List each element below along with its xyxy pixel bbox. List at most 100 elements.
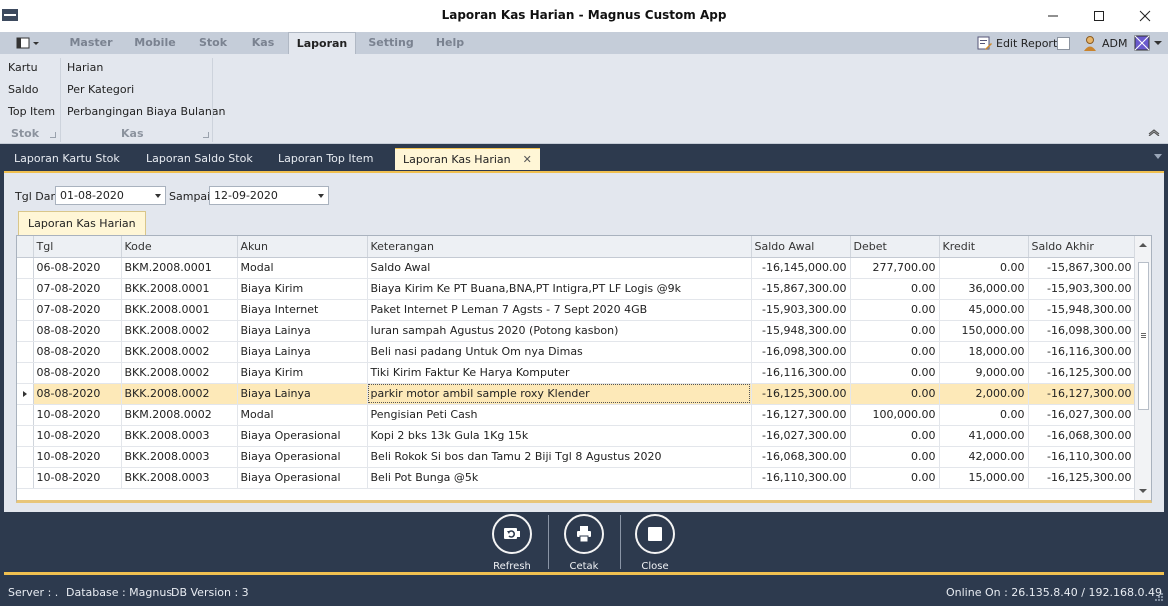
tab-list-dropdown-icon[interactable]	[1154, 154, 1162, 159]
cell-tgl[interactable]: 10-08-2020	[33, 446, 122, 468]
cell-saldo-awal[interactable]: -16,127,300.00	[751, 404, 851, 426]
cell-akun[interactable]: Biaya Operasional	[237, 425, 368, 447]
ribbon-tab-mobile[interactable]: Mobile	[126, 32, 184, 54]
cell-kredit[interactable]: 41,000.00	[939, 425, 1029, 447]
cell-saldo-akhir[interactable]: -16,116,300.00	[1028, 341, 1136, 363]
cell-kode[interactable]: BKK.2008.0001	[121, 278, 238, 300]
to-date-picker[interactable]: 12-09-2020	[209, 186, 329, 205]
cell-saldo-akhir[interactable]: -15,903,300.00	[1028, 278, 1136, 300]
cell-saldo-akhir[interactable]: -16,125,300.00	[1028, 362, 1136, 384]
group-expand-icon[interactable]	[50, 132, 56, 138]
cell-akun[interactable]: Biaya Lainya	[237, 341, 368, 363]
cell-kode[interactable]: BKM.2008.0001	[121, 257, 238, 279]
doc-tab-kas-harian[interactable]: Laporan Kas Harian ✕	[395, 148, 540, 170]
cell-keterangan[interactable]: Tiki Kirim Faktur Ke Harya Komputer	[367, 362, 752, 384]
chevron-down-icon[interactable]	[155, 194, 161, 198]
table-row[interactable]: 08-08-2020 BKK.2008.0002 Biaya Lainya Iuran…	[17, 320, 1136, 342]
cell-keterangan[interactable]: Kopi 2 bks 13k Gula 1Kg 15k	[367, 425, 752, 447]
scroll-up-icon[interactable]	[1139, 242, 1147, 248]
row-indicator[interactable]	[17, 257, 34, 279]
cell-saldo-awal[interactable]: -16,027,300.00	[751, 425, 851, 447]
cell-tgl[interactable]: 10-08-2020	[33, 425, 122, 447]
table-row[interactable]: 08-08-2020 BKK.2008.0002 Biaya Lainya parki…	[17, 383, 1136, 405]
ribbon-item-harian[interactable]: Harian	[67, 61, 103, 74]
ribbon-tab-help[interactable]: Help	[426, 32, 474, 54]
cell-kode[interactable]: BKM.2008.0002	[121, 404, 238, 426]
row-indicator[interactable]	[17, 404, 34, 426]
column-header-saldo-awal[interactable]: Saldo Awal	[751, 236, 851, 258]
cell-saldo-awal[interactable]: -16,068,300.00	[751, 446, 851, 468]
cell-tgl[interactable]: 07-08-2020	[33, 278, 122, 300]
cell-saldo-akhir[interactable]: -16,027,300.00	[1028, 404, 1136, 426]
column-header-keterangan[interactable]: Keterangan	[367, 236, 752, 258]
cetak-button[interactable]: Cetak	[554, 514, 614, 572]
table-row[interactable]: 07-08-2020 BKK.2008.0001 Biaya Kirim Biaya …	[17, 278, 1136, 300]
cell-keterangan[interactable]: Beli Rokok Si bos dan Tamu 2 Biji Tgl 8 …	[367, 446, 752, 468]
ribbon-tab-laporan[interactable]: Laporan	[288, 32, 356, 54]
ribbon-tab-stok[interactable]: Stok	[190, 32, 236, 54]
cell-kredit[interactable]: 18,000.00	[939, 341, 1029, 363]
cell-tgl[interactable]: 08-08-2020	[33, 383, 122, 405]
row-indicator[interactable]	[17, 425, 34, 447]
cell-saldo-akhir[interactable]: -15,867,300.00	[1028, 257, 1136, 279]
row-indicator[interactable]	[17, 320, 34, 342]
cell-debet[interactable]: 0.00	[850, 341, 940, 363]
cell-saldo-awal[interactable]: -16,098,300.00	[751, 341, 851, 363]
close-window-button[interactable]	[1122, 0, 1168, 32]
cell-tgl[interactable]: 07-08-2020	[33, 299, 122, 321]
ribbon-tab-master[interactable]: Master	[60, 32, 122, 54]
column-header-saldo-akhir[interactable]: Saldo Akhir	[1028, 236, 1136, 258]
cell-akun[interactable]: Biaya Kirim	[237, 362, 368, 384]
table-row[interactable]: 10-08-2020 BKM.2008.0002 Modal Pengisian Pe…	[17, 404, 1136, 426]
ribbon-item-per-kategori[interactable]: Per Kategori	[67, 83, 134, 96]
inner-tab-kas-harian[interactable]: Laporan Kas Harian	[18, 211, 146, 235]
cell-keterangan[interactable]: Biaya Kirim Ke PT Buana,BNA,PT Intigra,P…	[367, 278, 752, 300]
column-header-kode[interactable]: Kode	[121, 236, 238, 258]
row-indicator[interactable]	[17, 299, 34, 321]
scroll-down-icon[interactable]	[1139, 488, 1147, 494]
table-row[interactable]: 07-08-2020 BKK.2008.0001 Biaya Internet Pak…	[17, 299, 1136, 321]
scrollbar-thumb[interactable]	[1138, 262, 1149, 410]
cell-kredit[interactable]: 42,000.00	[939, 446, 1029, 468]
cell-tgl[interactable]: 10-08-2020	[33, 467, 122, 489]
table-row[interactable]: 10-08-2020 BKK.2008.0003 Biaya Operasional…	[17, 446, 1136, 468]
cell-tgl[interactable]: 10-08-2020	[33, 404, 122, 426]
ribbon-item-saldo[interactable]: Saldo	[8, 83, 39, 96]
cell-debet[interactable]: 0.00	[850, 383, 940, 405]
cell-kode[interactable]: BKK.2008.0003	[121, 467, 238, 489]
close-report-button[interactable]: Close	[625, 514, 685, 572]
cell-tgl[interactable]: 06-08-2020	[33, 257, 122, 279]
row-indicator[interactable]	[17, 446, 34, 468]
table-row[interactable]: 10-08-2020 BKK.2008.0003 Biaya Operasional…	[17, 425, 1136, 447]
vertical-scrollbar[interactable]	[1134, 236, 1151, 500]
cell-kode[interactable]: BKK.2008.0003	[121, 425, 238, 447]
cell-keterangan[interactable]: Paket Internet P Leman 7 Agsts - 7 Sept …	[367, 299, 752, 321]
cell-akun[interactable]: Biaya Operasional	[237, 446, 368, 468]
cell-akun[interactable]: Biaya Kirim	[237, 278, 368, 300]
cell-tgl[interactable]: 08-08-2020	[33, 320, 122, 342]
cell-debet[interactable]: 100,000.00	[850, 404, 940, 426]
cell-saldo-awal[interactable]: -15,903,300.00	[751, 299, 851, 321]
cell-saldo-akhir[interactable]: -15,948,300.00	[1028, 299, 1136, 321]
cell-saldo-awal[interactable]: -16,145,000.00	[751, 257, 851, 279]
close-tab-icon[interactable]: ✕	[523, 149, 532, 171]
cell-kredit[interactable]: 0.00	[939, 404, 1029, 426]
cell-kode[interactable]: BKK.2008.0003	[121, 446, 238, 468]
cell-saldo-akhir[interactable]: -16,125,300.00	[1028, 467, 1136, 489]
cell-kredit[interactable]: 150,000.00	[939, 320, 1029, 342]
cell-saldo-akhir[interactable]: -16,098,300.00	[1028, 320, 1136, 342]
cell-keterangan[interactable]: Saldo Awal	[367, 257, 752, 279]
cell-saldo-akhir[interactable]: -16,110,300.00	[1028, 446, 1136, 468]
cell-kredit[interactable]: 0.00	[939, 257, 1029, 279]
ribbon-item-perbandingan[interactable]: Perbangingan Biaya Bulanan	[67, 105, 226, 118]
row-indicator[interactable]	[17, 362, 34, 384]
group-expand-icon[interactable]	[203, 132, 209, 138]
edit-report-button[interactable]: Edit Report	[976, 35, 1057, 51]
cell-akun[interactable]: Biaya Lainya	[237, 383, 368, 405]
cell-saldo-awal[interactable]: -15,948,300.00	[751, 320, 851, 342]
collapse-ribbon-icon[interactable]	[1148, 128, 1160, 136]
row-indicator[interactable]	[17, 383, 34, 405]
doc-tab-kartu-stok[interactable]: Laporan Kartu Stok	[14, 148, 120, 170]
chevron-down-icon[interactable]	[318, 194, 324, 198]
cell-keterangan[interactable]: Pengisian Peti Cash	[367, 404, 752, 426]
